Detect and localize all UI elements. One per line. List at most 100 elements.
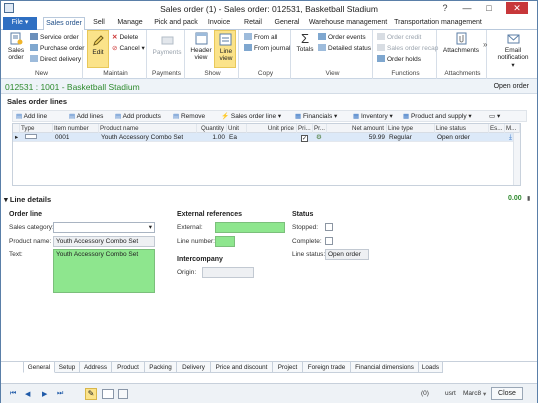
view-toggle-icon[interactable] bbox=[102, 389, 114, 399]
tab-general-detail[interactable]: General bbox=[23, 362, 55, 373]
add-products-button[interactable]: ▤ Add products bbox=[115, 112, 161, 120]
payments-button[interactable]: Payments bbox=[151, 34, 183, 56]
sales-order-button[interactable]: Sales order bbox=[4, 32, 28, 61]
tab-project[interactable]: Project bbox=[273, 362, 303, 373]
chevron-down-icon[interactable]: ▾ bbox=[149, 223, 152, 232]
col-line-status[interactable]: Line status bbox=[435, 124, 489, 133]
cell-unit-price[interactable] bbox=[247, 133, 295, 142]
col-item-number[interactable]: Item number bbox=[53, 124, 99, 133]
add-line-button[interactable]: ▤ Add line bbox=[16, 112, 47, 120]
line-number-field[interactable] bbox=[215, 236, 235, 247]
previous-record-icon[interactable]: ◀ bbox=[25, 390, 30, 398]
tab-price-and-discount[interactable]: Price and discount bbox=[211, 362, 273, 373]
first-record-icon[interactable]: ⏮ bbox=[10, 390, 16, 398]
next-record-icon[interactable]: ▶ bbox=[42, 390, 47, 398]
tab-warehouse-management[interactable]: Warehouse management bbox=[308, 17, 388, 30]
maximize-icon[interactable]: □ bbox=[481, 2, 497, 14]
cell-unit[interactable]: Ea bbox=[229, 133, 237, 142]
complete-checkbox[interactable] bbox=[325, 237, 333, 245]
product-config-icon[interactable]: ⚙ bbox=[316, 133, 322, 142]
tab-delivery[interactable]: Delivery bbox=[177, 362, 211, 373]
stopped-checkbox[interactable] bbox=[325, 223, 333, 231]
inventory-menu[interactable]: ▦ Inventory ▾ bbox=[353, 112, 393, 120]
table-row[interactable]: ▸ 0001 Youth Accessory Combo Set 1.00 Ea… bbox=[13, 133, 520, 142]
order-credit-button[interactable]: Order credit bbox=[377, 33, 421, 41]
toolbar-more-button[interactable]: ▭ ▾ bbox=[489, 112, 500, 120]
order-events-button[interactable]: Order events bbox=[318, 33, 366, 41]
line-status-field[interactable]: Open order bbox=[325, 249, 369, 260]
close-window-icon[interactable]: ✕ bbox=[506, 2, 528, 14]
tab-packing[interactable]: Packing bbox=[145, 362, 177, 373]
edit-button[interactable]: Edit bbox=[87, 30, 109, 68]
col-type[interactable]: Type bbox=[20, 124, 53, 133]
status-dropdown-icon[interactable]: ▾ bbox=[483, 390, 486, 398]
origin-field[interactable] bbox=[202, 267, 254, 278]
help-icon[interactable]: ? bbox=[437, 2, 453, 14]
tab-retail[interactable]: Retail bbox=[239, 17, 267, 30]
add-lines-button[interactable]: ▤ Add lines bbox=[69, 112, 103, 120]
tab-product[interactable]: Product bbox=[112, 362, 145, 373]
header-view-button[interactable]: Header view bbox=[189, 32, 213, 61]
row-link-icon[interactable]: ⤓ bbox=[509, 133, 512, 142]
line-details-header[interactable]: ▾ Line details bbox=[4, 195, 51, 204]
tab-manage[interactable]: Manage bbox=[113, 17, 147, 30]
text-field[interactable]: Youth Accessory Combo Set bbox=[53, 249, 155, 293]
tab-pick-and-pack[interactable]: Pick and pack bbox=[151, 17, 201, 30]
tab-file[interactable]: File ▾ bbox=[3, 17, 37, 30]
cell-line-type[interactable]: Regular bbox=[389, 133, 412, 142]
edit-mode-icon[interactable]: ✎ bbox=[85, 388, 97, 400]
cell-line-status[interactable]: Open order bbox=[437, 133, 470, 142]
tab-address[interactable]: Address bbox=[80, 362, 112, 373]
email-notification-button[interactable]: Email notification ▾ bbox=[491, 32, 535, 69]
ribbon-overflow-icon[interactable]: » bbox=[483, 40, 487, 49]
tab-transportation-management[interactable]: Transportation management bbox=[393, 17, 483, 30]
cell-product-name[interactable]: Youth Accessory Combo Set bbox=[101, 133, 183, 142]
product-and-supply-menu[interactable]: ▦ Product and supply ▾ bbox=[403, 112, 472, 120]
cell-quantity[interactable]: 1.00 bbox=[197, 133, 225, 142]
col-product-flag[interactable]: Pr... bbox=[313, 124, 327, 133]
tab-invoice[interactable]: Invoice bbox=[204, 17, 234, 30]
col-product-name[interactable]: Product name bbox=[99, 124, 197, 133]
tab-setup[interactable]: Setup bbox=[55, 362, 80, 373]
remove-button[interactable]: ▤ Remove bbox=[173, 112, 205, 120]
price-checkbox[interactable]: ✓ bbox=[301, 134, 308, 143]
financials-menu[interactable]: ▦ Financials ▾ bbox=[295, 112, 337, 120]
detailed-status-button[interactable]: Detailed status bbox=[318, 44, 371, 52]
cell-net-amount[interactable]: 59.99 bbox=[327, 133, 385, 142]
sales-order-lines-header[interactable]: Sales order lines bbox=[7, 97, 67, 106]
purchase-order-button[interactable]: Purchase order bbox=[30, 44, 84, 52]
document-handling-icon[interactable] bbox=[118, 389, 128, 399]
product-name-field[interactable]: Youth Accessory Combo Set bbox=[53, 236, 155, 247]
from-all-button[interactable]: From all bbox=[244, 33, 277, 41]
tab-foreign-trade[interactable]: Foreign trade bbox=[303, 362, 351, 373]
close-button[interactable]: Close bbox=[491, 387, 523, 400]
sales-order-recap-button[interactable]: Sales order recap bbox=[377, 44, 438, 52]
col-more[interactable]: M... bbox=[505, 124, 520, 133]
col-line-type[interactable]: Line type bbox=[387, 124, 435, 133]
attachments-button[interactable]: Attachments bbox=[441, 32, 481, 54]
minimize-icon[interactable]: — bbox=[459, 2, 475, 14]
tab-general[interactable]: General bbox=[271, 17, 303, 30]
totals-button[interactable]: Σ Totals bbox=[294, 32, 316, 54]
service-order-button[interactable]: Service order bbox=[30, 33, 79, 41]
sales-order-line-menu[interactable]: ⚡ Sales order line ▾ bbox=[221, 112, 281, 120]
last-record-icon[interactable]: ⏭ bbox=[57, 390, 63, 398]
line-view-button[interactable]: Line view bbox=[214, 30, 236, 68]
col-unit-price[interactable]: Unit price bbox=[247, 124, 297, 133]
tab-financial-dimensions[interactable]: Financial dimensions bbox=[351, 362, 419, 373]
col-quantity[interactable]: Quantity bbox=[197, 124, 227, 133]
sales-category-field[interactable]: ▾ bbox=[53, 222, 155, 233]
grid-scrollbar[interactable] bbox=[513, 133, 520, 185]
tab-loads[interactable]: Loads bbox=[419, 362, 443, 373]
line-details-scroll-icon[interactable]: ▮ bbox=[527, 195, 530, 202]
col-unit[interactable]: Unit bbox=[227, 124, 247, 133]
cancel-button[interactable]: ⊘ Cancel ▾ bbox=[112, 44, 145, 52]
cell-item-number[interactable]: 0001 bbox=[55, 133, 69, 142]
delete-button[interactable]: ✕ Delete bbox=[112, 33, 138, 41]
col-estimate[interactable]: Es... bbox=[489, 124, 505, 133]
from-journal-button[interactable]: From journal bbox=[244, 44, 290, 52]
col-price-flag[interactable]: Pri... bbox=[297, 124, 313, 133]
tab-sell[interactable]: Sell bbox=[87, 17, 111, 30]
col-net-amount[interactable]: Net amount bbox=[327, 124, 387, 133]
direct-delivery-button[interactable]: Direct delivery bbox=[30, 55, 81, 63]
